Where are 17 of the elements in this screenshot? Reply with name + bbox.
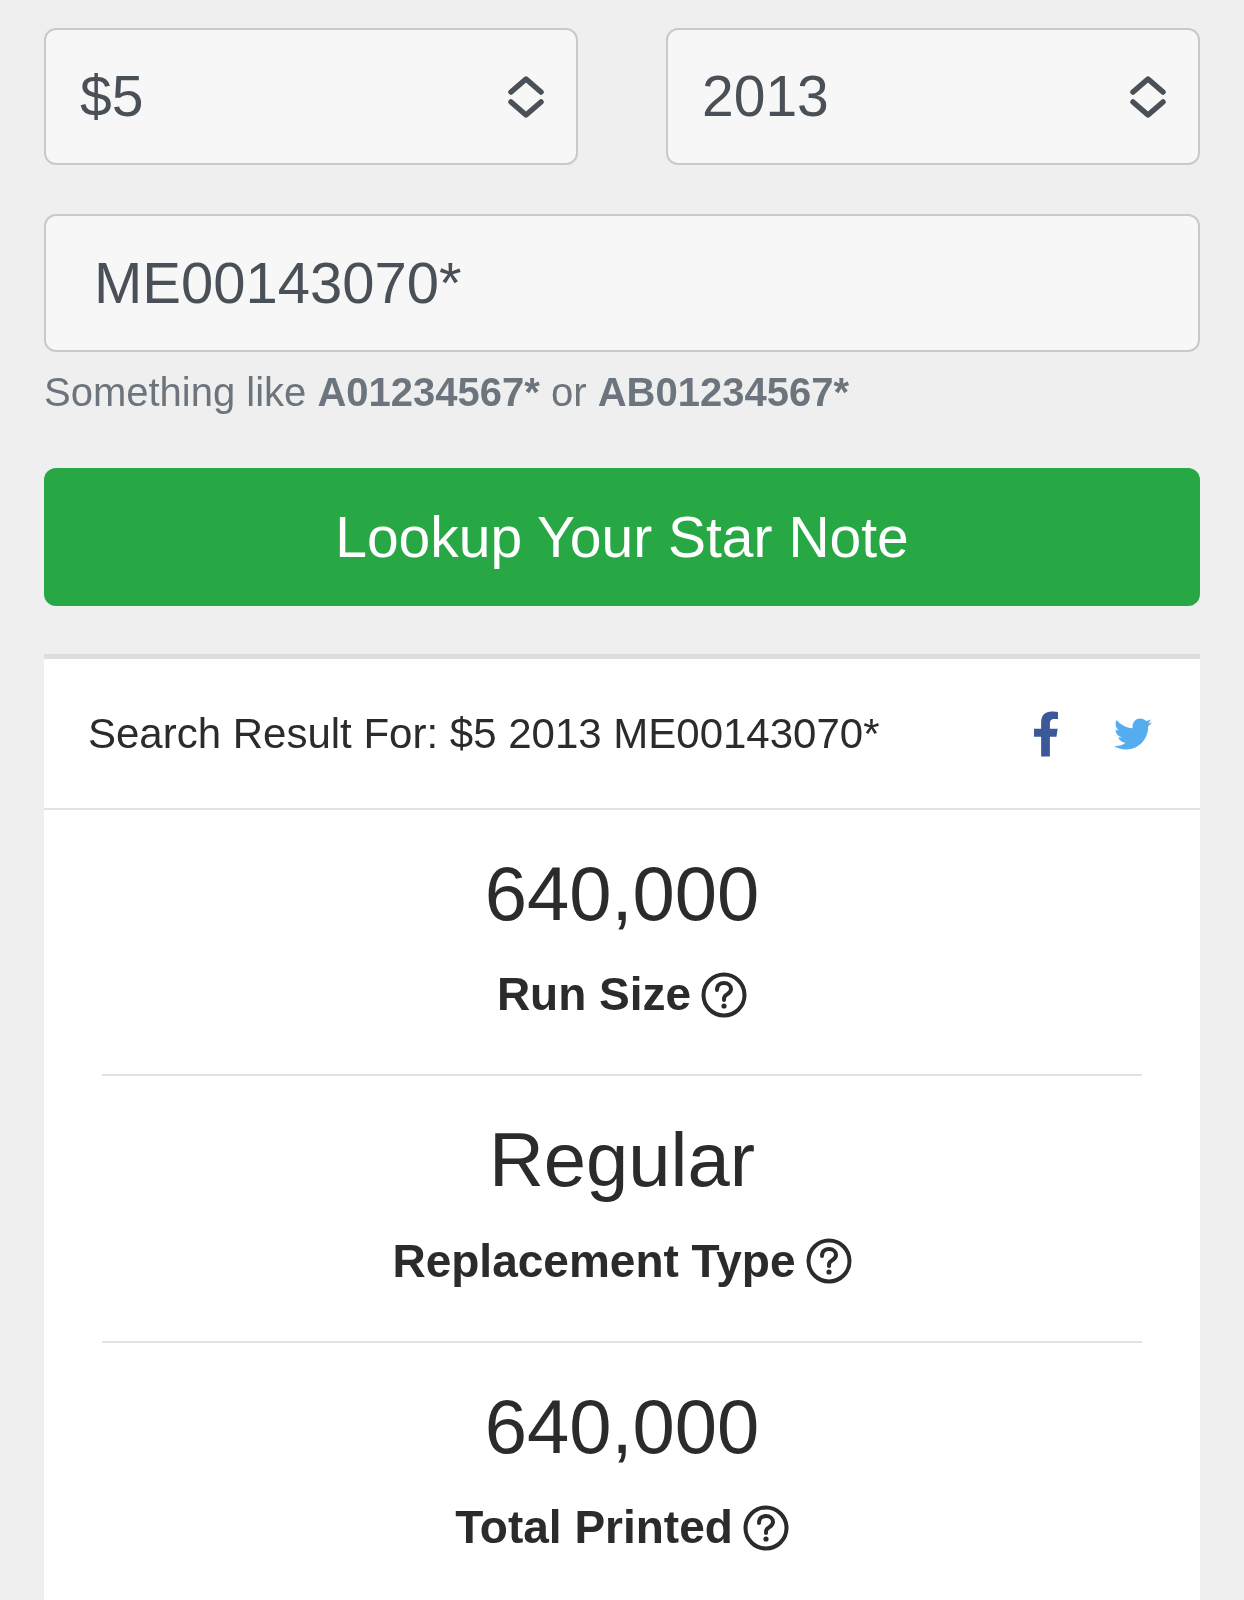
- hint-text: Something like A01234567* or AB01234567*: [44, 369, 849, 416]
- chevron-up-down-icon: [1128, 75, 1168, 118]
- stat-label: Total Printed: [455, 1499, 733, 1555]
- help-icon[interactable]: [742, 1504, 789, 1551]
- chevron-up-down-icon: [506, 75, 546, 118]
- dropdown-select[interactable]: $5: [44, 28, 578, 165]
- result-title: Search Result For: $5 2013 ME00143070*: [88, 709, 880, 759]
- serial-number-field[interactable]: ME00143070*: [44, 214, 1200, 352]
- stat-value: Regular: [488, 1116, 756, 1205]
- stat-value: 640,000: [484, 1382, 760, 1471]
- dropdown-select[interactable]: 2013: [666, 28, 1200, 165]
- help-icon[interactable]: [805, 1238, 852, 1285]
- stat-label: Replacement Type: [392, 1233, 796, 1289]
- stat-label: Run Size: [496, 967, 692, 1023]
- stat-value: 640,000: [484, 850, 760, 938]
- help-icon[interactable]: [701, 971, 748, 1018]
- facebook-icon[interactable]: [1032, 710, 1060, 757]
